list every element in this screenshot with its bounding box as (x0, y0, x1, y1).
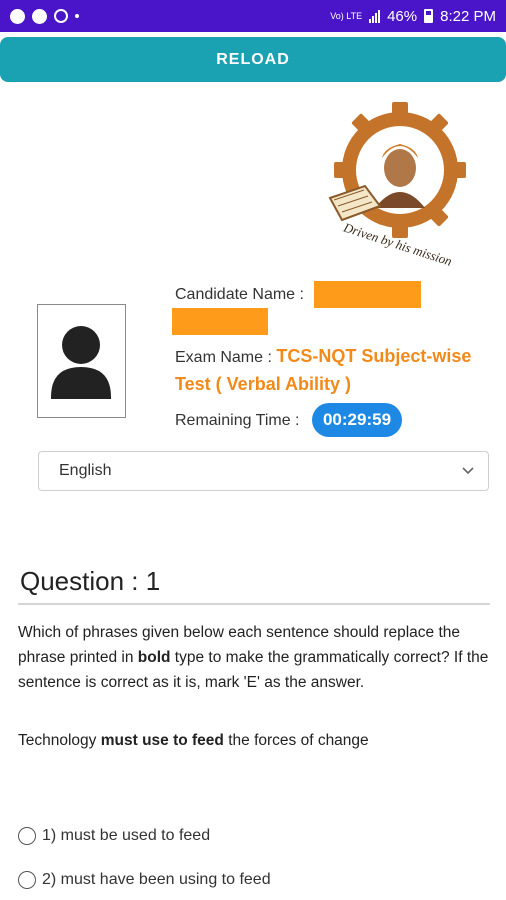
language-selected-value: English (59, 462, 112, 479)
user-avatar-icon (51, 326, 111, 399)
mission-logo: Driven by his mission (328, 102, 466, 268)
option-label: 2) must have been using to feed (42, 871, 271, 888)
question-title: Question : 1 (20, 566, 161, 596)
option-label: 1) must be used to feed (42, 827, 211, 844)
candidate-name-redaction (314, 281, 421, 308)
signal-icon (369, 9, 381, 23)
notification-dot-icon (75, 14, 79, 18)
clock: 8:22 PM (440, 7, 496, 25)
battery-icon (424, 9, 434, 23)
battery-percent: 46% (387, 7, 418, 25)
exam-name-label: Exam Name : (175, 349, 272, 366)
answer-option-2[interactable]: 2) must have been using to feed (18, 871, 271, 889)
reload-button[interactable]: RELOAD (0, 37, 506, 82)
remaining-time-label: Remaining Time : (175, 412, 300, 429)
chevron-down-icon (462, 467, 474, 475)
status-bar: Vo) LTE 46% 8:22 PM (0, 0, 506, 32)
network-type: Vo) LTE (330, 10, 363, 21)
radio-button[interactable] (18, 827, 36, 845)
radio-button[interactable] (18, 871, 36, 889)
language-select[interactable]: English (38, 451, 489, 491)
answer-option-1[interactable]: 1) must be used to feed (18, 827, 210, 845)
sentence-text: Technology (18, 732, 101, 749)
divider (18, 603, 490, 605)
instruction-bold-text: bold (137, 649, 171, 666)
candidate-name-redaction-2 (172, 308, 268, 335)
timer-badge: 00:29:59 (312, 403, 402, 437)
exam-info: Exam Name : TCS-NQT Subject-wise Test ( … (175, 343, 495, 399)
status-right: Vo) LTE 46% 8:22 PM (330, 8, 496, 25)
app-icon (32, 8, 47, 24)
question-instruction: Which of phrases given below each senten… (18, 620, 490, 695)
question-sentence: Technology must use to feed the forces o… (18, 730, 490, 752)
candidate-photo (37, 304, 126, 418)
sentence-bold-text: must use to feed (100, 732, 224, 749)
sentence-text-2: the forces of change (223, 732, 369, 749)
status-left (10, 8, 79, 24)
gallery-icon (10, 8, 25, 24)
candidate-name-label: Candidate Name : (175, 286, 304, 303)
weather-icon (54, 9, 68, 23)
